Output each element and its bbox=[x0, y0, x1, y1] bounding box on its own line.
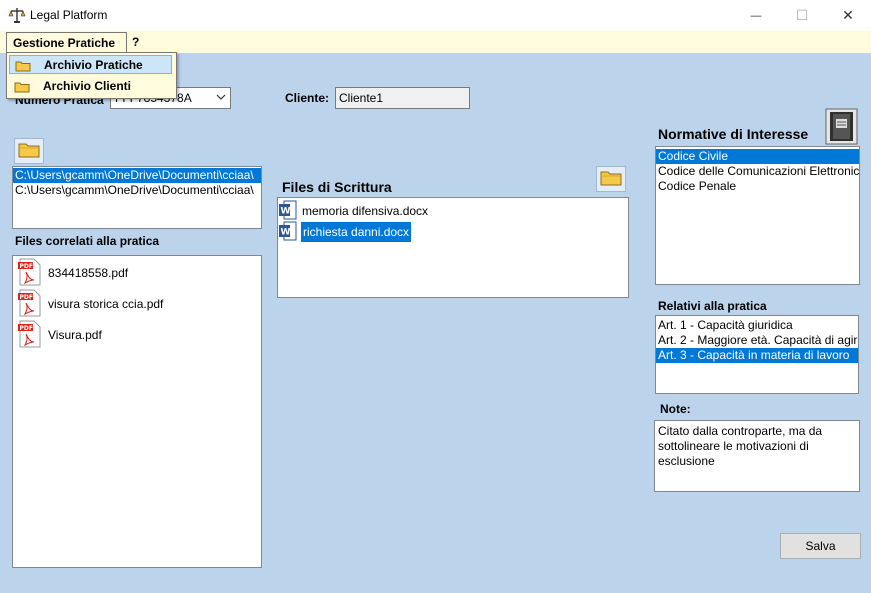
file-name: visura storica ccia.pdf bbox=[48, 297, 164, 311]
normative-label: Normative di Interesse bbox=[658, 126, 809, 142]
files-correlati-list[interactable]: PDF 834418558.pdf PDF visura storica cci… bbox=[12, 255, 262, 568]
relativi-label: Relativi alla pratica bbox=[658, 299, 767, 313]
open-folder-button[interactable] bbox=[14, 138, 44, 164]
minimize-button[interactable]: — bbox=[733, 0, 779, 31]
list-item[interactable]: Art. 1 - Capacità giuridica bbox=[656, 318, 858, 333]
list-item[interactable]: Codice delle Comunicazioni Elettroniche bbox=[656, 164, 859, 179]
word-doc-icon: W bbox=[279, 221, 297, 244]
list-item[interactable]: Art. 3 - Capacità in materia di lavoro bbox=[656, 348, 858, 363]
menu-item-label: Archivio Clienti bbox=[43, 79, 132, 93]
list-item[interactable]: PDF visura storica ccia.pdf bbox=[15, 289, 164, 316]
list-item[interactable]: Codice Civile bbox=[656, 149, 859, 164]
list-item[interactable]: C:\Users\gcamm\OneDrive\Documenti\cciaa\ bbox=[13, 168, 261, 183]
file-name: richiesta danni.docx bbox=[301, 222, 412, 242]
folder-icon bbox=[14, 80, 30, 99]
svg-text:W: W bbox=[281, 227, 291, 237]
save-button[interactable]: Salva bbox=[780, 533, 861, 559]
minimize-icon: — bbox=[750, 9, 762, 22]
menu-gestione-pratiche[interactable]: Gestione Pratiche bbox=[6, 32, 127, 53]
svg-text:PDF: PDF bbox=[20, 263, 33, 270]
menu-item-archivio-pratiche[interactable]: Archivio Pratiche bbox=[9, 55, 172, 74]
note-textarea[interactable]: Citato dalla controparte, ma da sottolin… bbox=[654, 420, 860, 492]
window-title: Legal Platform bbox=[30, 8, 108, 22]
menu-item-label: Archivio Pratiche bbox=[44, 58, 143, 72]
folder-icon bbox=[18, 142, 40, 161]
close-button[interactable]: ✕ bbox=[825, 0, 871, 31]
maximize-icon: ☐ bbox=[795, 7, 809, 23]
paths-list[interactable]: C:\Users\gcamm\OneDrive\Documenti\cciaa\… bbox=[12, 166, 262, 229]
cliente-field[interactable]: Cliente1 bbox=[335, 87, 470, 109]
open-folder-scrittura-button[interactable] bbox=[596, 166, 626, 192]
note-label: Note: bbox=[660, 402, 691, 416]
svg-text:PDF: PDF bbox=[20, 294, 33, 301]
file-name: memoria difensiva.docx bbox=[302, 204, 429, 218]
pdf-icon: PDF bbox=[18, 320, 42, 351]
relativi-list[interactable]: Art. 1 - Capacità giuridica Art. 2 - Mag… bbox=[655, 315, 859, 394]
chevron-down-icon bbox=[216, 91, 226, 105]
pdf-icon: PDF bbox=[18, 289, 42, 320]
close-icon: ✕ bbox=[842, 7, 854, 23]
list-item[interactable]: PDF 834418558.pdf bbox=[15, 258, 129, 285]
files-scrittura-label: Files di Scrittura bbox=[282, 179, 392, 195]
svg-text:PDF: PDF bbox=[20, 325, 33, 332]
cliente-label: Cliente: bbox=[285, 91, 330, 105]
list-item[interactable]: C:\Users\gcamm\OneDrive\Documenti\cciaa\ bbox=[13, 183, 261, 198]
word-doc-icon: W bbox=[279, 200, 297, 223]
list-item[interactable]: Codice Penale bbox=[656, 179, 859, 194]
file-name: Visura.pdf bbox=[48, 328, 102, 342]
list-item[interactable]: PDF Visura.pdf bbox=[15, 320, 102, 347]
normative-list[interactable]: Codice Civile Codice delle Comunicazioni… bbox=[655, 146, 860, 285]
folder-icon bbox=[600, 170, 622, 189]
dropdown-menu: Archivio Pratiche Archivio Clienti bbox=[6, 52, 177, 99]
maximize-button[interactable]: ☐ bbox=[779, 0, 825, 31]
files-correlati-label: Files correlati alla pratica bbox=[15, 234, 160, 248]
folder-icon bbox=[15, 59, 31, 78]
list-item[interactable]: W richiesta danni.docx bbox=[279, 221, 412, 244]
files-scrittura-list[interactable]: W memoria difensiva.docx W richiesta dan… bbox=[277, 197, 629, 298]
menu-help[interactable]: ? bbox=[126, 32, 145, 52]
scales-icon bbox=[8, 6, 26, 24]
list-item[interactable]: W memoria difensiva.docx bbox=[279, 200, 429, 222]
book-button[interactable] bbox=[825, 108, 858, 145]
menu-item-archivio-clienti[interactable]: Archivio Clienti bbox=[9, 77, 172, 96]
pdf-icon: PDF bbox=[18, 258, 42, 289]
file-name: 834418558.pdf bbox=[48, 266, 129, 280]
svg-text:W: W bbox=[281, 206, 291, 216]
list-item[interactable]: Art. 2 - Maggiore età. Capacità di agire bbox=[656, 333, 858, 348]
